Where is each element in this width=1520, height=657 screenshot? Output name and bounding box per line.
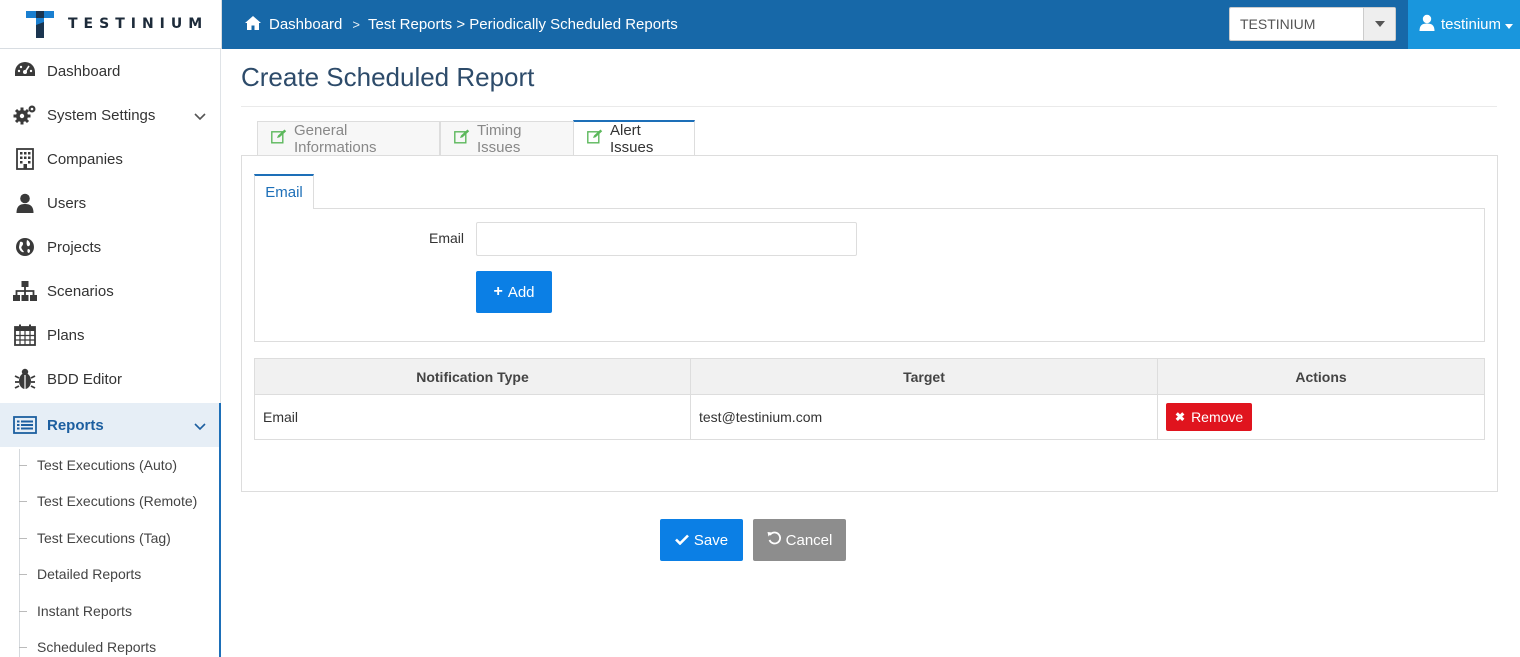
calendar-icon <box>13 323 37 347</box>
notifications-table: Notification Type Target Actions Email t… <box>254 358 1485 440</box>
tab-general-informations[interactable]: General Informations <box>257 121 440 156</box>
sidebar-item-label: Projects <box>47 238 102 256</box>
sidebar-subitem-test-executions-remote[interactable]: Test Executions (Remote) <box>0 483 218 519</box>
sidebar-subitem-label: Test Executions (Remote) <box>37 493 198 509</box>
user-icon <box>13 191 37 215</box>
logo[interactable]: TESTINIUM <box>0 0 222 49</box>
testinium-logo-icon <box>26 9 54 39</box>
notification-type-cell: Email <box>254 394 691 440</box>
edit-icon <box>587 129 610 148</box>
sidebar-item-label: Reports <box>47 416 104 434</box>
sidebar-subitem-label: Test Executions (Auto) <box>37 457 178 473</box>
user-icon <box>1419 14 1441 35</box>
sidebar-subitem-test-executions-auto[interactable]: Test Executions (Auto) <box>0 447 218 483</box>
sidebar-item-bdd-editor[interactable]: BDD Editor <box>0 357 220 401</box>
sidebar-item-label: BDD Editor <box>47 370 123 388</box>
target-cell: test@testinium.com <box>690 394 1158 440</box>
add-button-label: Add <box>507 283 535 301</box>
caret-down-icon[interactable] <box>1363 8 1395 40</box>
user-name: testinium <box>1441 16 1502 33</box>
sidebar-subitem-test-executions-tag[interactable]: Test Executions (Tag) <box>0 520 218 556</box>
tab-label: General Informations <box>294 121 377 156</box>
sitemap-icon <box>13 279 37 303</box>
add-button[interactable]: + Add <box>476 271 552 313</box>
tab-label: Email <box>265 184 303 201</box>
column-header-notification-type: Notification Type <box>254 358 691 395</box>
globe-icon <box>13 235 37 259</box>
undo-icon <box>767 531 786 549</box>
sidebar-item-label: Plans <box>47 326 85 344</box>
logo-text: TESTINIUM <box>68 16 209 32</box>
email-field[interactable] <box>476 222 857 256</box>
sidebar-subitem-label: Detailed Reports <box>37 566 142 582</box>
company-select[interactable]: TESTINIUM <box>1229 7 1396 41</box>
check-icon <box>674 532 694 549</box>
top-navbar: TESTINIUM Dashboard > Test Reports > Per… <box>0 0 1520 49</box>
sidebar-item-label: Dashboard <box>47 62 121 80</box>
breadcrumb-separator-icon: > <box>352 17 360 32</box>
sidebar-subitem-instant-reports[interactable]: Instant Reports <box>0 593 218 629</box>
cancel-button-label: Cancel <box>785 531 833 549</box>
actions-cell: ✖ Remove <box>1157 394 1485 440</box>
tab-label: Alert Issues <box>610 121 654 156</box>
sidebar-item-plans[interactable]: Plans <box>0 313 220 357</box>
user-menu[interactable]: testinium <box>1408 0 1520 49</box>
close-icon: ✖ <box>1175 410 1186 424</box>
gears-icon <box>13 103 37 127</box>
bug-icon <box>13 367 37 391</box>
email-panel <box>254 208 1485 342</box>
remove-button-label: Remove <box>1191 409 1244 425</box>
tab-label: Timing Issues <box>477 121 522 156</box>
sidebar-subitem-detailed-reports[interactable]: Detailed Reports <box>0 556 218 592</box>
sidebar-item-label: Companies <box>47 150 123 168</box>
home-icon[interactable] <box>244 15 269 35</box>
sidebar-item-users[interactable]: Users <box>0 181 220 225</box>
sidebar-item-scenarios[interactable]: Scenarios <box>0 269 220 313</box>
dashboard-icon <box>13 59 37 83</box>
breadcrumb-home[interactable]: Dashboard <box>269 16 342 33</box>
remove-button[interactable]: ✖ Remove <box>1166 403 1253 431</box>
cancel-button[interactable]: Cancel <box>753 519 846 561</box>
tab-timing-issues[interactable]: Timing Issues <box>440 121 574 156</box>
company-select-value: TESTINIUM <box>1240 16 1316 32</box>
divider <box>241 106 1497 107</box>
column-header-target: Target <box>690 358 1158 395</box>
sidebar-item-label: Scenarios <box>47 282 114 300</box>
plus-icon: + <box>493 283 503 300</box>
breadcrumb: Dashboard > Test Reports > Periodically … <box>244 0 678 49</box>
chevron-down-icon[interactable] <box>194 108 206 125</box>
sidebar-item-projects[interactable]: Projects <box>0 225 220 269</box>
edit-icon <box>271 129 294 148</box>
sidebar-item-companies[interactable]: Companies <box>0 137 220 181</box>
caret-down-icon <box>1505 16 1519 33</box>
sidebar: Dashboard System Settings Companies User… <box>0 49 221 657</box>
sidebar-item-label: System Settings <box>47 106 156 124</box>
tab-alert-issues[interactable]: Alert Issues <box>573 120 695 156</box>
page-title: Create Scheduled Report <box>241 62 535 92</box>
save-button-label: Save <box>693 531 729 549</box>
tab-email[interactable]: Email <box>254 174 314 209</box>
sidebar-subitem-scheduled-reports[interactable]: Scheduled Reports <box>0 629 218 657</box>
column-header-actions: Actions <box>1157 358 1485 395</box>
email-label: Email <box>428 230 464 246</box>
edit-icon <box>454 129 477 148</box>
sidebar-item-label: Users <box>47 194 87 212</box>
sidebar-item-reports[interactable]: Reports <box>0 403 220 447</box>
sidebar-subitem-label: Scheduled Reports <box>37 639 157 655</box>
table-row: Email test@testinium.com ✖ Remove <box>254 394 1485 440</box>
sidebar-item-system-settings[interactable]: System Settings <box>0 93 220 137</box>
sidebar-subitem-label: Instant Reports <box>37 603 132 619</box>
active-indicator <box>219 403 221 657</box>
list-icon <box>13 413 37 437</box>
building-icon <box>13 147 37 171</box>
table-header-row: Notification Type Target Actions <box>254 358 1485 395</box>
breadcrumb-path[interactable]: Test Reports > Periodically Scheduled Re… <box>368 16 678 33</box>
chevron-down-icon[interactable] <box>194 418 206 435</box>
sidebar-item-dashboard[interactable]: Dashboard <box>0 49 220 93</box>
save-button[interactable]: Save <box>660 519 743 561</box>
sidebar-subitem-label: Test Executions (Tag) <box>37 530 171 546</box>
